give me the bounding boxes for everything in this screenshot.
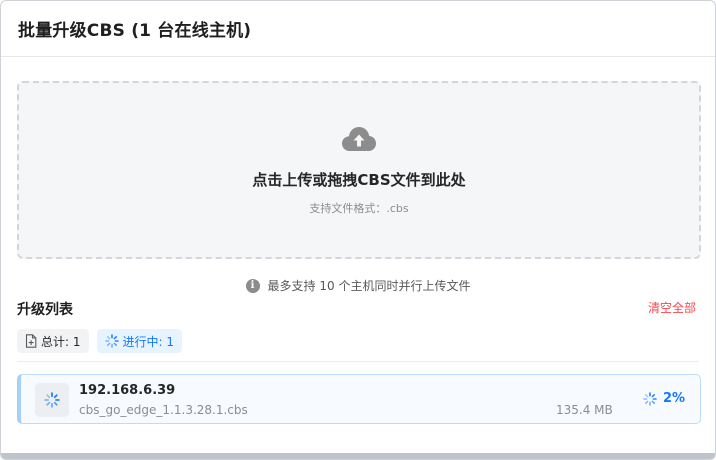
loading-icon — [44, 392, 60, 408]
clear-all-button[interactable]: 清空全部 — [648, 299, 696, 316]
loading-icon — [104, 334, 119, 348]
in-progress-label: 进行中: 1 — [122, 334, 175, 349]
dialog-bottom-edge — [1, 453, 715, 459]
upload-title: 点击上传或拖拽CBS文件到此处 — [252, 171, 466, 189]
upload-format-hint: 支持文件格式：.cbs — [309, 202, 409, 215]
upload-dropzone[interactable]: 点击上传或拖拽CBS文件到此处 支持文件格式：.cbs — [17, 81, 701, 259]
total-count-label: 总计: 1 — [41, 334, 81, 349]
total-count-tag[interactable]: 总计: 1 — [17, 329, 89, 353]
document-icon — [25, 334, 37, 348]
info-icon: i — [245, 278, 260, 293]
item-status-icon-box — [35, 383, 69, 417]
item-progress-percent: 2% — [663, 391, 686, 406]
item-file-size: 135.4 MB — [556, 403, 613, 417]
dialog-title: 批量升级CBS (1 台在线主机) — [18, 21, 252, 41]
parallel-notice-text: 最多支持 10 个主机同时并行上传文件 — [267, 279, 471, 293]
item-progress: 2% — [643, 391, 685, 406]
item-host-ip: 192.168.6.39 — [79, 383, 176, 398]
item-file-name: cbs_go_edge_1.1.3.28.1.cbs — [79, 403, 248, 417]
list-item[interactable]: 192.168.6.39 cbs_go_edge_1.1.3.28.1.cbs … — [17, 374, 701, 424]
batch-upgrade-dialog: 批量升级CBS (1 台在线主机) 点击上传或拖拽CBS文件到此处 支持文件格式… — [0, 0, 716, 460]
upgrade-list-title: 升级列表 — [17, 302, 73, 318]
parallel-notice: i 最多支持 10 个主机同时并行上传文件 — [1, 277, 715, 294]
loading-icon — [643, 391, 657, 406]
list-divider — [17, 361, 699, 362]
status-tags: 总计: 1 进行中: 1 — [17, 329, 182, 353]
dialog-header: 批量升级CBS (1 台在线主机) — [1, 1, 715, 57]
cloud-upload-icon — [342, 127, 376, 151]
in-progress-tag[interactable]: 进行中: 1 — [96, 329, 182, 353]
